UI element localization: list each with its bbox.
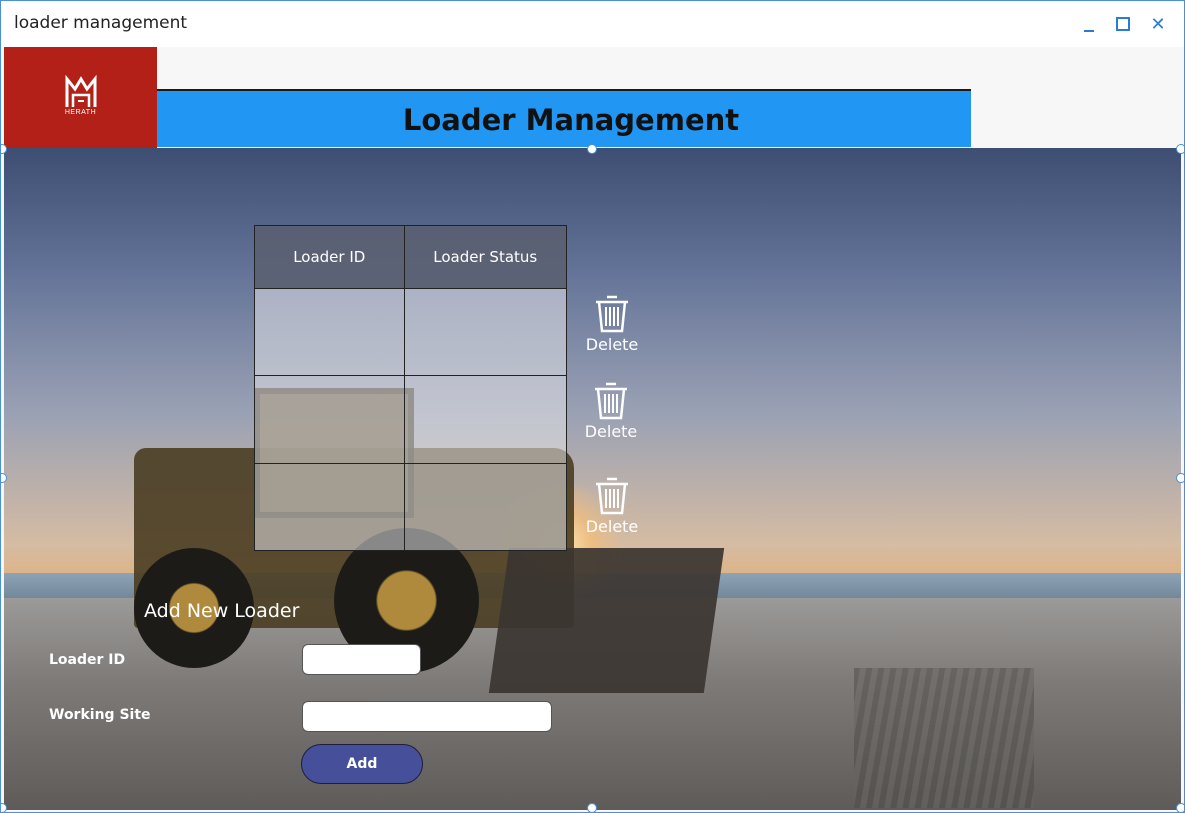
delete-label: Delete: [585, 335, 639, 354]
logo-text: HERATH: [64, 109, 97, 116]
resize-handle[interactable]: [1176, 144, 1184, 154]
table-row[interactable]: [254, 287, 568, 377]
maximize-button[interactable]: [1108, 9, 1138, 39]
minimize-button[interactable]: [1074, 9, 1104, 39]
title-bar: loader management ✕: [1, 1, 1184, 47]
resize-handle[interactable]: [587, 144, 597, 154]
column-header-loader-id[interactable]: Loader ID: [254, 225, 405, 289]
form-title: Add New Loader: [144, 600, 300, 622]
delete-label: Delete: [585, 517, 639, 536]
delete-label: Delete: [584, 422, 638, 441]
table-cell[interactable]: [254, 287, 405, 377]
loader-id-input[interactable]: [302, 644, 421, 675]
column-header-loader-status[interactable]: Loader Status: [403, 225, 568, 289]
trash-icon: [596, 477, 628, 515]
add-button[interactable]: Add: [301, 744, 423, 784]
background-scene: Loader ID Loader Status Delete Delete De…: [4, 148, 1181, 810]
resize-handle[interactable]: [1, 803, 7, 812]
table-row[interactable]: [254, 462, 568, 552]
table-row[interactable]: [254, 375, 568, 464]
loader-table: Loader ID Loader Status: [254, 225, 568, 552]
app-window: loader management ✕ HERATH Loader Manage…: [0, 0, 1185, 813]
window-title: loader management: [14, 13, 188, 33]
working-site-label: Working Site: [49, 707, 151, 723]
resize-handle[interactable]: [1176, 803, 1184, 812]
background-tracks: [854, 668, 1034, 808]
close-icon: ✕: [1150, 14, 1166, 34]
resize-handle[interactable]: [587, 803, 597, 812]
table-cell[interactable]: [403, 287, 568, 377]
table-cell[interactable]: [254, 375, 405, 464]
loader-id-label: Loader ID: [49, 652, 126, 668]
maximize-icon: [1116, 17, 1130, 31]
minimize-icon: [1084, 30, 1094, 32]
loader-photo-bucket: [488, 548, 725, 693]
close-button[interactable]: ✕: [1143, 9, 1173, 39]
delete-button[interactable]: Delete: [582, 293, 642, 354]
delete-button[interactable]: Delete: [581, 380, 641, 441]
table-cell[interactable]: [403, 375, 568, 464]
page-title: Loader Management: [402, 103, 740, 137]
table-header-row: Loader ID Loader Status: [254, 225, 568, 289]
brand-logo: HERATH: [4, 47, 157, 148]
table-cell[interactable]: [254, 462, 405, 552]
delete-button[interactable]: Delete: [582, 475, 642, 536]
resize-handle[interactable]: [1176, 473, 1184, 483]
table-cell[interactable]: [403, 462, 568, 552]
herath-logo-icon: [65, 75, 97, 107]
working-site-input[interactable]: [302, 701, 552, 732]
trash-icon: [596, 295, 628, 333]
header-bar: Loader Management: [157, 89, 971, 147]
trash-icon: [595, 382, 627, 420]
